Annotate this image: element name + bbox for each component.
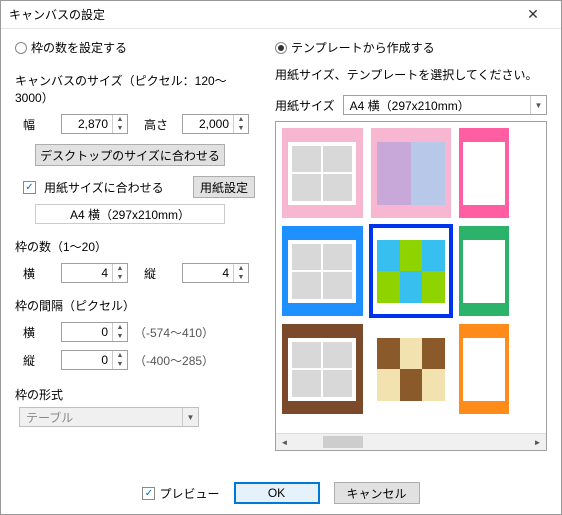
template-item[interactable] [282, 128, 363, 218]
chevron-up-icon[interactable]: ▲ [234, 115, 248, 124]
left-panel: 枠の数を設定する キャンバスのサイズ（ピクセル：120～3000） 幅 ▲▼ 高… [15, 39, 255, 451]
chevron-down-icon: ▼ [182, 408, 198, 426]
template-grid: ◄ ► [275, 121, 547, 451]
chevron-down-icon[interactable]: ▼ [234, 273, 248, 282]
footer: プレビュー OK キャンセル [1, 482, 561, 504]
spacing-h-input[interactable] [62, 323, 112, 341]
scrollbar-thumb[interactable] [323, 436, 363, 448]
template-item[interactable] [282, 324, 363, 414]
template-item[interactable] [371, 128, 452, 218]
spacing-title: 枠の間隔（ピクセル） [15, 297, 255, 314]
radio-template[interactable]: テンプレートから作成する [275, 39, 547, 56]
radio-frames-label: 枠の数を設定する [31, 39, 127, 56]
frames-v-label: 縦 [144, 265, 176, 282]
radio-frames[interactable]: 枠の数を設定する [15, 39, 255, 56]
frame-style-title: 枠の形式 [15, 386, 255, 403]
spacing-v-spinner[interactable]: ▲▼ [61, 350, 128, 370]
fit-paper-label: 用紙サイズに合わせる [44, 179, 164, 196]
chevron-down-icon[interactable]: ▼ [113, 332, 127, 341]
desktop-size-button[interactable]: デスクトップのサイズに合わせる [35, 144, 225, 166]
fit-paper-checkbox[interactable] [23, 181, 36, 194]
canvas-size-title: キャンバスのサイズ（ピクセル：120～3000） [15, 72, 255, 106]
height-spinner[interactable]: ▲▼ [182, 114, 249, 134]
cancel-button[interactable]: キャンセル [334, 482, 420, 504]
paper-size-label: 用紙サイズ [275, 97, 335, 114]
width-label: 幅 [23, 116, 55, 133]
right-panel: テンプレートから作成する 用紙サイズ、テンプレートを選択してください。 用紙サイ… [275, 39, 547, 451]
height-input[interactable] [183, 115, 233, 133]
frames-h-input[interactable] [62, 264, 112, 282]
paper-settings-button[interactable]: 用紙設定 [193, 176, 255, 198]
template-item[interactable] [459, 226, 509, 316]
spacing-h-range: （-574～410） [134, 324, 214, 341]
paper-display: A4 横（297x210mm） [35, 204, 225, 224]
template-instruction: 用紙サイズ、テンプレートを選択してください。 [275, 66, 547, 83]
chevron-up-icon[interactable]: ▲ [113, 351, 127, 360]
spacing-v-range: （-400～285） [134, 352, 214, 369]
template-item[interactable] [459, 324, 509, 414]
template-item[interactable] [371, 324, 452, 414]
radio-icon [275, 42, 287, 54]
ok-button[interactable]: OK [234, 482, 320, 504]
frames-h-label: 横 [23, 265, 55, 282]
paper-size-select[interactable]: A4 横（297x210mm） ▼ [343, 95, 547, 115]
chevron-up-icon[interactable]: ▲ [113, 323, 127, 332]
close-icon[interactable]: ✕ [513, 1, 553, 29]
width-spinner[interactable]: ▲▼ [61, 114, 128, 134]
radio-template-label: テンプレートから作成する [291, 39, 435, 56]
template-item[interactable] [282, 226, 363, 316]
chevron-down-icon: ▼ [530, 96, 546, 114]
chevron-up-icon[interactable]: ▲ [113, 264, 127, 273]
frames-v-input[interactable] [183, 264, 233, 282]
frames-h-spinner[interactable]: ▲▼ [61, 263, 128, 283]
chevron-down-icon[interactable]: ▼ [113, 124, 127, 133]
template-item[interactable] [459, 128, 509, 218]
frame-style-select[interactable]: テーブル ▼ [19, 407, 199, 427]
chevron-down-icon[interactable]: ▼ [234, 124, 248, 133]
frame-count-title: 枠の数（1～20） [15, 238, 255, 255]
chevron-up-icon[interactable]: ▲ [234, 264, 248, 273]
horizontal-scrollbar[interactable]: ◄ ► [276, 433, 546, 450]
width-input[interactable] [62, 115, 112, 133]
spacing-h-spinner[interactable]: ▲▼ [61, 322, 128, 342]
spacing-v-input[interactable] [62, 351, 112, 369]
frames-v-spinner[interactable]: ▲▼ [182, 263, 249, 283]
preview-checkbox[interactable] [142, 487, 155, 500]
spacing-h-label: 横 [23, 324, 55, 341]
height-label: 高さ [144, 116, 176, 133]
window-title: キャンバスの設定 [9, 6, 513, 23]
chevron-down-icon[interactable]: ▼ [113, 360, 127, 369]
title-bar: キャンバスの設定 ✕ [1, 1, 561, 29]
chevron-left-icon[interactable]: ◄ [276, 434, 293, 450]
chevron-right-icon[interactable]: ► [529, 434, 546, 450]
chevron-up-icon[interactable]: ▲ [113, 115, 127, 124]
preview-label: プレビュー [159, 485, 219, 502]
spacing-v-label: 縦 [23, 352, 55, 369]
radio-icon [15, 42, 27, 54]
template-item[interactable] [371, 226, 452, 316]
chevron-down-icon[interactable]: ▼ [113, 273, 127, 282]
